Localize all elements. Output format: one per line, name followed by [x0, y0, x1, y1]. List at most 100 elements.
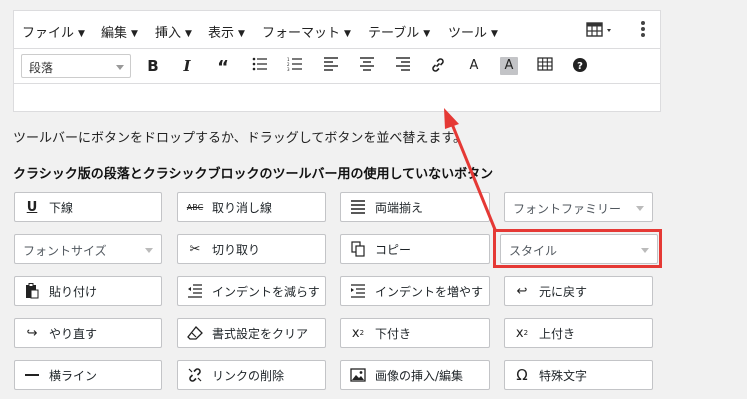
strikethrough-icon: ABC — [186, 202, 204, 212]
undo-icon: ↩ — [516, 283, 528, 299]
image-icon — [349, 366, 367, 384]
cut-button[interactable]: ✂ 切り取り — [177, 234, 326, 264]
underline-label: 下線 — [49, 200, 74, 215]
subscript-button[interactable]: x2 下付き — [340, 318, 490, 348]
caret-down-icon: ▼ — [491, 29, 498, 39]
omega-icon: Ω — [516, 366, 528, 384]
paste-label: 貼り付け — [49, 284, 98, 299]
format-select[interactable]: 段落 — [21, 54, 131, 78]
menu-tools[interactable]: ツール ▼ — [448, 22, 498, 41]
copy-label: コピー — [375, 242, 412, 257]
align-right-icon[interactable] — [394, 57, 412, 75]
format-select-value: 段落 — [29, 61, 54, 75]
font-family-select[interactable]: フォントファミリー — [504, 192, 653, 222]
redo-label: やり直す — [49, 326, 98, 341]
menu-view-label: 表示 — [208, 26, 235, 41]
strikethrough-label: 取り消し線 — [212, 200, 273, 215]
outdent-label: インデントを減らす — [212, 284, 320, 299]
copy-button[interactable]: コピー — [340, 234, 490, 264]
classic-editor: ファイル ▼ 編集 ▼ 挿入 ▼ 表示 ▼ フォーマット ▼ テーブル ▼ ツール ▼ 段落 … — [13, 10, 661, 112]
menu-insert[interactable]: 挿入 ▼ — [155, 22, 192, 41]
redo-button[interactable]: ↪ やり直す — [14, 318, 162, 348]
outdent-button[interactable]: インデントを減らす — [177, 276, 326, 306]
horizontal-line-label: 横ライン — [49, 368, 98, 383]
numbered-list-icon[interactable]: 123 — [286, 57, 304, 75]
clipboard-icon — [23, 282, 41, 300]
eraser-icon — [186, 324, 204, 342]
paste-button[interactable]: 貼り付け — [14, 276, 162, 306]
copy-icon — [349, 240, 367, 258]
insert-table-dropdown[interactable] — [586, 21, 618, 39]
unlink-button[interactable]: リンクの削除 — [177, 360, 326, 390]
menu-table[interactable]: テーブル ▼ — [368, 22, 430, 41]
menu-edit[interactable]: 編集 ▼ — [101, 22, 138, 41]
bullet-list-icon[interactable] — [251, 57, 269, 75]
clear-formatting-label: 書式設定をクリア — [212, 326, 309, 341]
link-icon[interactable] — [429, 57, 447, 75]
help-icon[interactable]: ? — [571, 57, 589, 75]
align-justify-icon — [349, 198, 367, 216]
unused-buttons-heading: クラシック版の段落とクラシックブロックのツールバー用の使用していないボタン — [13, 167, 494, 182]
underline-button[interactable]: U 下線 — [14, 192, 162, 222]
justify-label: 両端揃え — [375, 200, 424, 215]
editor-toolbar: 段落 B I “ 123 A A ? — [14, 49, 660, 84]
background-color-icon[interactable]: A — [500, 57, 518, 75]
font-size-label: フォントサイズ — [23, 244, 107, 258]
menu-table-label: テーブル — [368, 26, 420, 41]
superscript-label: 上付き — [539, 326, 576, 341]
menu-format-label: フォーマット — [262, 26, 341, 41]
subscript-label: 下付き — [375, 326, 412, 341]
undo-button[interactable]: ↩ 元に戻す — [504, 276, 653, 306]
menu-edit-label: 編集 — [101, 26, 128, 41]
insert-image-label: 画像の挿入/編集 — [375, 368, 464, 383]
menu-view[interactable]: 表示 ▼ — [208, 22, 245, 41]
svg-text:?: ? — [577, 61, 583, 72]
align-left-icon[interactable] — [322, 57, 340, 75]
chevron-down-icon — [636, 206, 644, 211]
font-size-select[interactable]: フォントサイズ — [14, 234, 162, 264]
clear-formatting-button[interactable]: 書式設定をクリア — [177, 318, 326, 348]
strikethrough-button[interactable]: ABC 取り消し線 — [177, 192, 326, 222]
horizontal-line-button[interactable]: 横ライン — [14, 360, 162, 390]
caret-down-icon: ▼ — [423, 29, 431, 39]
chevron-down-icon — [145, 248, 153, 253]
text-color-icon[interactable]: A — [465, 57, 483, 75]
bold-icon[interactable]: B — [144, 57, 162, 75]
align-center-icon[interactable] — [358, 57, 376, 75]
more-options-icon[interactable] — [639, 19, 647, 39]
table-grid-icon — [586, 22, 611, 37]
style-select-highlight — [493, 229, 662, 268]
special-character-button[interactable]: Ω 特殊文字 — [504, 360, 653, 390]
unlink-icon — [186, 366, 204, 384]
special-character-label: 特殊文字 — [539, 368, 588, 383]
indent-button[interactable]: インデントを増やす — [340, 276, 490, 306]
editor-content-area[interactable] — [14, 84, 660, 111]
chevron-down-icon — [116, 65, 124, 70]
caret-down-icon: ▼ — [131, 29, 138, 39]
caret-down-icon: ▼ — [78, 29, 85, 39]
indent-label: インデントを増やす — [375, 284, 484, 299]
insert-image-button[interactable]: 画像の挿入/編集 — [340, 360, 490, 390]
menu-insert-label: 挿入 — [155, 26, 182, 41]
editor-menubar: ファイル ▼ 編集 ▼ 挿入 ▼ 表示 ▼ フォーマット ▼ テーブル ▼ ツール ▼ — [14, 11, 660, 49]
menu-tools-label: ツール — [448, 26, 488, 41]
menu-file[interactable]: ファイル ▼ — [22, 22, 85, 41]
drop-hint-text: ツールバーにボタンをドロップするか、ドラッグしてボタンを並べ替えます。 — [13, 131, 467, 146]
italic-icon[interactable]: I — [178, 57, 196, 75]
caret-down-icon: ▼ — [344, 29, 351, 39]
svg-text:3: 3 — [287, 67, 290, 71]
superscript-icon: x2 — [515, 325, 529, 341]
scissors-icon: ✂ — [189, 241, 201, 257]
table-icon[interactable] — [536, 57, 554, 75]
unlink-label: リンクの削除 — [212, 368, 285, 383]
undo-label: 元に戻す — [539, 284, 588, 299]
menu-format[interactable]: フォーマット ▼ — [262, 22, 351, 41]
caret-down-icon: ▼ — [238, 29, 245, 39]
horizontal-line-icon — [23, 366, 41, 384]
blockquote-icon[interactable]: “ — [214, 57, 232, 78]
outdent-icon — [186, 282, 204, 300]
font-family-label: フォントファミリー — [513, 202, 622, 216]
justify-button[interactable]: 両端揃え — [340, 192, 490, 222]
caret-down-icon: ▼ — [185, 29, 192, 39]
superscript-button[interactable]: x2 上付き — [504, 318, 653, 348]
